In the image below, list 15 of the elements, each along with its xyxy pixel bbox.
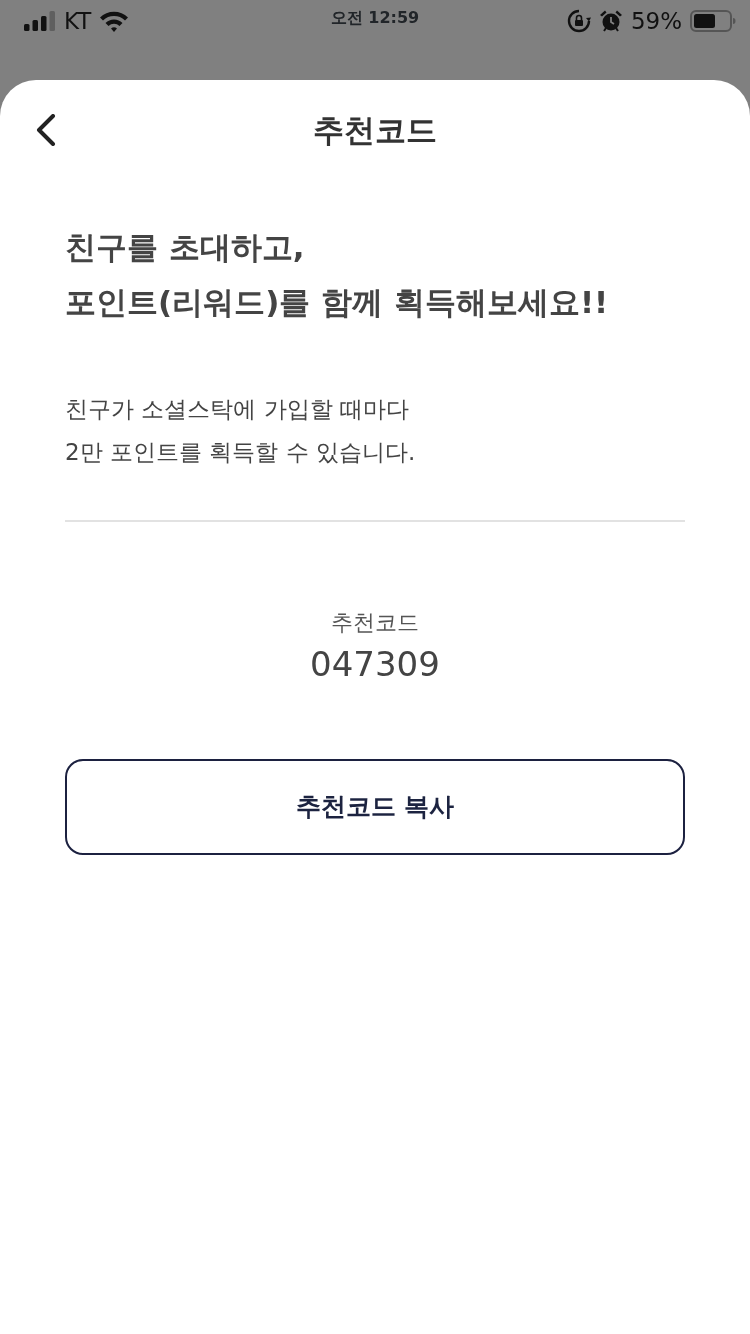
rotation-lock-icon xyxy=(566,9,591,33)
code-label: 추천코드 xyxy=(331,609,419,637)
sheet-title: 추천코드 xyxy=(313,111,437,150)
battery-percentage: 59% xyxy=(630,6,682,36)
wifi-icon xyxy=(99,10,130,32)
reward-description: 친구가 소셜스탁에 가입할 때마다 2만 포인트를 획득할 수 있습니다. xyxy=(65,395,417,467)
battery-icon xyxy=(690,10,736,32)
alarm-clock-icon xyxy=(598,9,623,33)
clock-time: 오전 12:59 xyxy=(330,8,420,27)
referral-code: 047309 xyxy=(310,643,440,686)
signal-icon xyxy=(24,11,56,31)
copy-code-button[interactable]: 추천코드 복사 xyxy=(65,759,685,855)
back-chevron-icon xyxy=(36,114,56,146)
carrier-name: KT xyxy=(64,6,92,36)
invite-headline: 친구를 초대하고, 포인트(리워드)를 함께 획득해보세요!! xyxy=(65,228,610,322)
